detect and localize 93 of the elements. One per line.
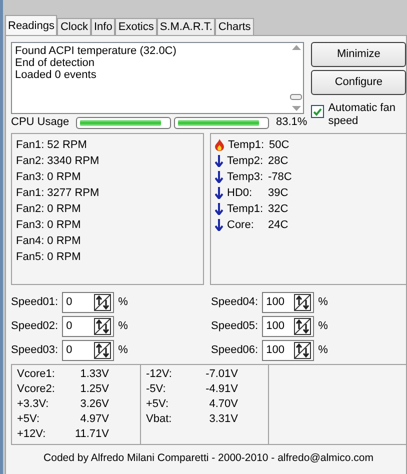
spinner-icon[interactable] [294,342,312,359]
speed-input[interactable]: 100 [266,320,294,333]
speed-label: Speed03: [11,344,58,357]
voltage-label: Vbat: [146,413,173,428]
voltage-value: 4.97V [79,413,109,428]
speed-label: Speed04: [211,296,258,309]
checkbox-label: Automatic fan speed [328,102,396,128]
voltage-label: +3.3V: [17,398,50,412]
checkbox[interactable] [311,105,324,118]
voltage-value: -4.91V [204,383,238,398]
speed-input[interactable]: 0 [66,344,94,357]
percent-unit: % [118,296,128,309]
percent-unit: % [118,320,128,333]
tab[interactable]: Exotics [115,18,157,35]
temperature-value: 39C [268,186,288,202]
percent-unit: % [318,344,328,357]
down-arrow-icon [215,171,223,184]
scroll-down-icon[interactable] [292,106,300,111]
spin-box[interactable]: 100 [262,316,314,337]
tab[interactable]: Clock [57,18,91,35]
voltage-label: +5V: [146,398,170,412]
log-line: End of detection [15,57,96,69]
temperature-label: Temp1: [227,202,264,218]
voltage-label: -12V: [146,368,173,382]
down-arrow-icon [215,187,223,200]
speed-label: Speed02: [11,320,58,333]
cpu-usage-label: CPU Usage [11,116,70,130]
speed-label: Speed06: [211,344,258,357]
spin-box[interactable]: 100 [262,340,314,361]
spin-box[interactable]: 100 [262,292,314,313]
spinner-icon[interactable] [294,318,312,335]
temperature-label: Temp3: [227,170,264,186]
speed-input[interactable]: 0 [66,296,94,309]
fan-reading: Fan1: 52 RPM [16,138,88,154]
temperature-label: Temp1: [228,138,266,154]
percent-unit: % [318,320,328,333]
fan-reading: Fan3: 0 RPM [16,170,82,186]
voltage-label: +12V: [17,428,47,442]
log-line: Found ACPI temperature (32.0C) [15,45,178,57]
spin-box[interactable]: 0 [62,292,114,313]
speed-input[interactable]: 0 [66,320,94,333]
spin-box[interactable]: 0 [62,316,114,337]
down-arrow-icon [215,203,223,216]
fan-reading: Fan2: 0 RPM [16,202,82,218]
tab[interactable]: Readings [5,15,58,35]
voltage-value: 1.25V [79,383,109,398]
voltage-label: -5V: [146,383,167,398]
spinner-icon[interactable] [94,318,112,335]
spinner-icon[interactable] [294,294,312,311]
scroll-thumb[interactable] [290,94,302,100]
spin-box[interactable]: 0 [62,340,114,361]
scroll-up-icon[interactable] [292,45,300,50]
voltage-value: 11.71V [74,428,109,442]
voltage-value: 4.70V [208,398,238,412]
tab[interactable]: Charts [215,18,254,35]
temperature-label: Temp2: [227,154,264,170]
cpu-usage-reading: 83.1% [276,116,308,130]
speed-input[interactable]: 100 [266,296,294,309]
voltage-value: 3.31V [208,413,238,428]
voltage-label: Vcore2: [17,383,56,398]
speed-label: Speed05: [211,320,258,333]
voltage-label: +5V: [17,413,41,428]
voltage-value: 3.26V [79,398,109,412]
temperature-label: Core: [227,218,255,234]
tab[interactable]: S.M.A.R.T. [156,18,216,35]
down-arrow-icon [215,155,223,168]
minimize-button[interactable]: Minimize [311,42,406,67]
log-line: Loaded 0 events [15,69,98,81]
fan-reading: Fan5: 0 RPM [16,250,82,266]
spinner-icon[interactable] [94,342,112,359]
voltage-value: 1.33V [79,368,109,382]
temperature-value: -78C [268,170,292,186]
fan-reading: Fan3: 0 RPM [16,218,82,234]
percent-unit: % [118,344,128,357]
spinner-icon[interactable] [94,294,112,311]
percent-unit: % [318,296,328,309]
temperature-value: 32C [268,202,288,218]
speed-label: Speed01: [11,296,58,309]
temperature-value: 28C [268,154,288,170]
tab[interactable]: Info [91,18,116,35]
footer-credit: Coded by Alfredo Milani Comparetti - 2000-2010 - alfredo@almico.com [42,452,374,465]
configure-button[interactable]: Configure [311,70,406,95]
down-arrow-icon [215,219,223,232]
temperature-value: 24C [268,218,288,234]
flame-icon [215,139,224,152]
voltage-value: -7.01V [204,368,238,382]
fan-reading: Fan2: 3340 RPM [16,154,100,170]
fan-reading: Fan1: 3277 RPM [16,186,100,202]
temperature-value: 50C [269,138,290,154]
speed-input[interactable]: 100 [266,344,294,357]
voltage-label: Vcore1: [17,368,56,382]
fan-reading: Fan4: 0 RPM [16,234,82,250]
temperature-label: HD0: [227,186,254,202]
